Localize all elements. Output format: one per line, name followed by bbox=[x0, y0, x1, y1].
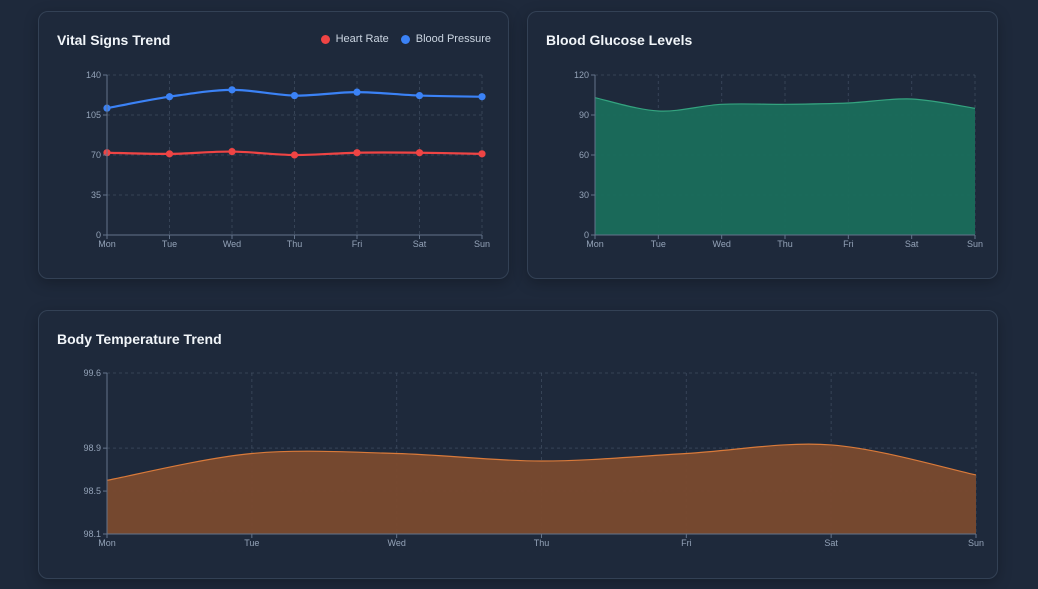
vital-signs-card: Vital Signs Trend Heart Rate Blood Press… bbox=[38, 11, 509, 279]
data-point bbox=[353, 88, 361, 96]
x-tick-label: Fri bbox=[843, 239, 854, 249]
blood-glucose-chart: 0306090120Mon Tue Wed Thu Fri Sat Sun bbox=[574, 70, 983, 249]
data-point bbox=[165, 150, 174, 158]
data-point bbox=[478, 150, 486, 158]
y-tick-label: 90 bbox=[579, 110, 589, 120]
data-point bbox=[165, 93, 174, 101]
x-tick-label: Tue bbox=[244, 538, 259, 548]
x-tick-label: Sat bbox=[824, 538, 838, 548]
vital-signs-chart: 03570105140Mon Tue Wed Thu Fri Sat Sun bbox=[86, 70, 490, 249]
x-tick-label: Thu bbox=[287, 239, 303, 249]
y-tick-label: 70 bbox=[91, 150, 101, 160]
y-tick-label: 140 bbox=[86, 70, 101, 80]
x-tick-label: Tue bbox=[162, 239, 177, 249]
x-tick-label: Wed bbox=[712, 239, 730, 249]
y-tick-label: 99.6 bbox=[83, 368, 101, 378]
y-tick-label: 98.5 bbox=[83, 486, 101, 496]
x-tick-label: Sat bbox=[413, 239, 427, 249]
body-temperature-chart: 98.198.598.999.6Mon Tue Wed Thu Fri Sat Sun bbox=[83, 368, 984, 548]
x-tick-label: Mon bbox=[98, 538, 116, 548]
x-tick-label: Fri bbox=[681, 538, 692, 548]
data-point bbox=[290, 91, 299, 100]
data-point bbox=[228, 147, 236, 156]
y-tick-label: 98.9 bbox=[83, 443, 101, 453]
data-point bbox=[415, 149, 424, 157]
x-tick-label: Thu bbox=[777, 239, 793, 249]
y-tick-label: 120 bbox=[574, 70, 589, 80]
area-fill bbox=[595, 97, 975, 236]
y-tick-label: 35 bbox=[91, 190, 101, 200]
data-point bbox=[415, 91, 424, 100]
x-tick-label: Sun bbox=[967, 239, 983, 249]
y-tick-label: 60 bbox=[579, 150, 589, 160]
y-tick-label: 105 bbox=[86, 110, 101, 120]
x-tick-label: Mon bbox=[98, 239, 116, 249]
x-tick-label: Sun bbox=[474, 239, 490, 249]
data-point bbox=[228, 86, 236, 94]
x-tick-label: Fri bbox=[352, 239, 363, 249]
x-tick-label: Tue bbox=[651, 239, 666, 249]
data-point bbox=[478, 93, 486, 101]
blood-glucose-card: Blood Glucose Levels 0 30 60 90 120 Mon Tue Wed… bbox=[527, 11, 998, 279]
x-tick-label: Wed bbox=[387, 538, 405, 548]
body-temperature-card: Body Temperature Trend 98.1 98.5 98.9 99.6 M… bbox=[38, 310, 998, 579]
data-point bbox=[353, 149, 361, 157]
data-point bbox=[290, 151, 299, 159]
x-tick-label: Mon bbox=[586, 239, 604, 249]
x-tick-label: Sun bbox=[968, 538, 984, 548]
x-tick-label: Wed bbox=[223, 239, 241, 249]
x-tick-label: Sat bbox=[905, 239, 919, 249]
x-tick-label: Thu bbox=[534, 538, 550, 548]
y-tick-label: 30 bbox=[579, 190, 589, 200]
